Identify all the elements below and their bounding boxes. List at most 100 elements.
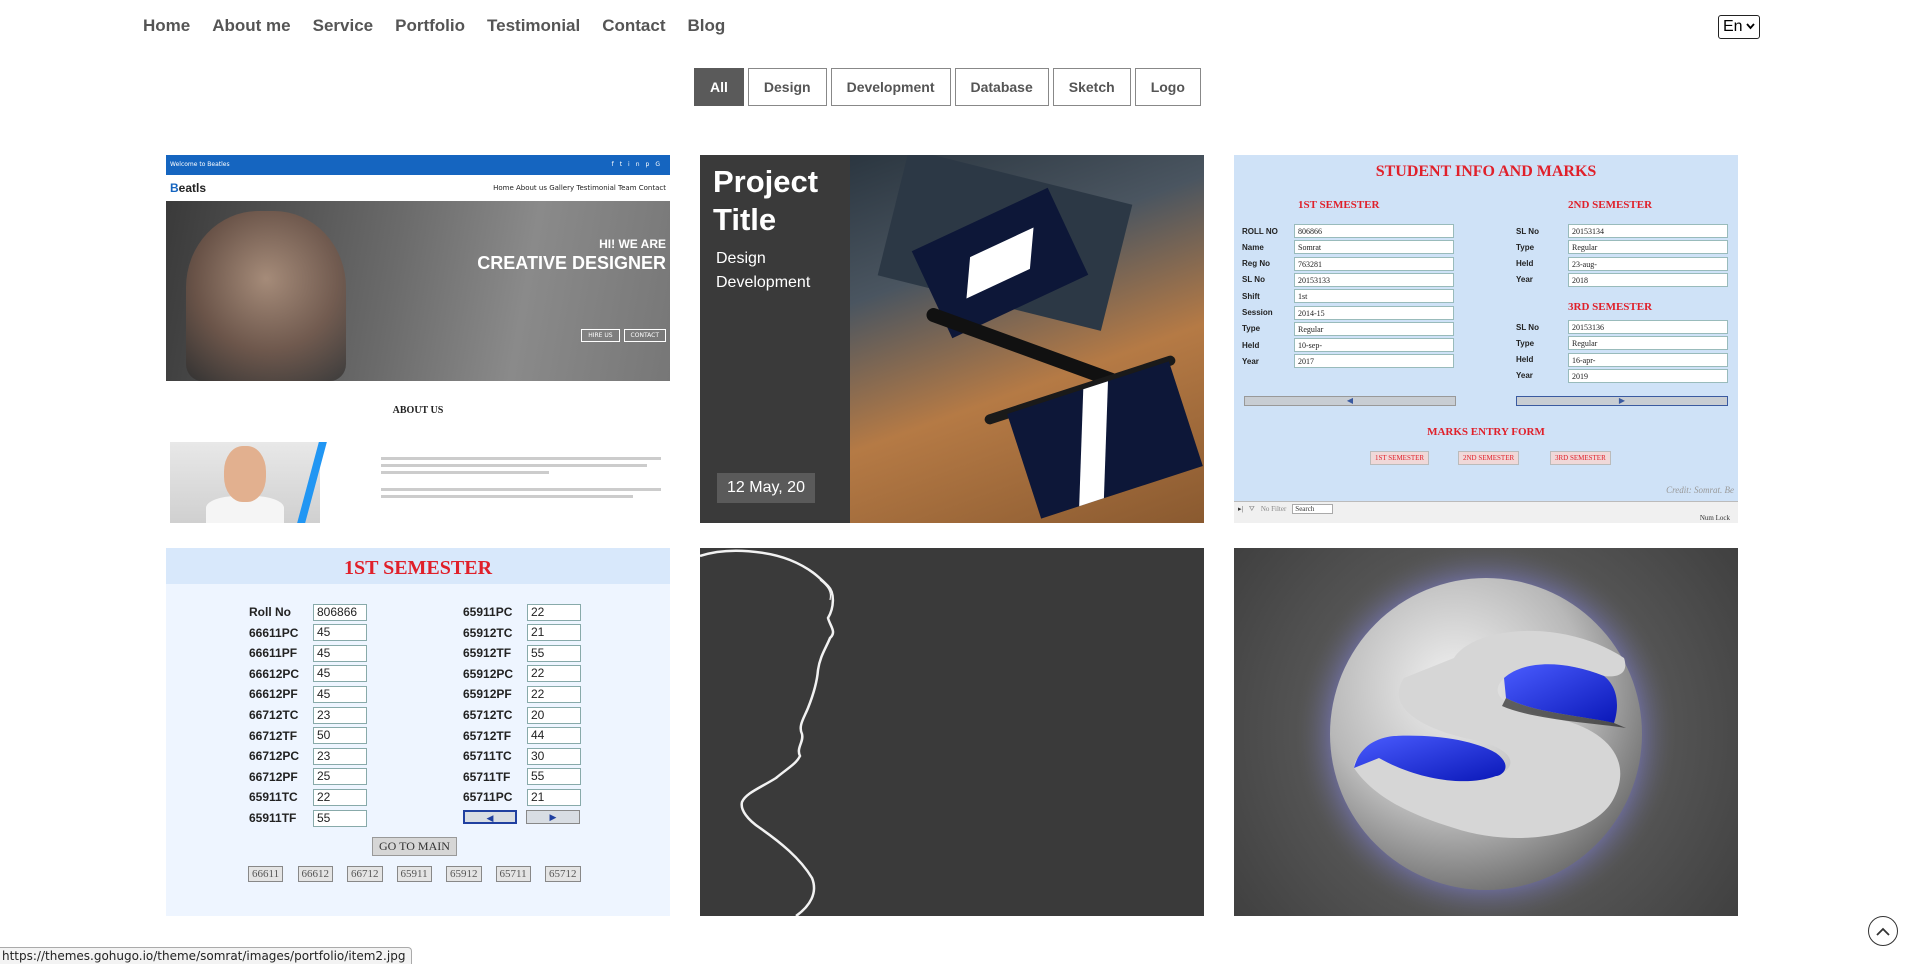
linkedin-icon: in xyxy=(628,161,646,168)
hero-buttons: HIRE US CONTACT xyxy=(581,329,666,342)
filter-design[interactable]: Design xyxy=(747,68,827,106)
filter-development[interactable]: Development xyxy=(830,68,951,106)
form-field-label: Held xyxy=(1516,355,1534,365)
language-value: En xyxy=(1723,18,1743,35)
portfolio-item-website[interactable]: Welcome to Beatles ftinpG Beatls Home Ab… xyxy=(166,155,670,523)
subject-code: 65711PC xyxy=(463,790,513,805)
hero-line2: CREATIVE DESIGNER xyxy=(477,253,666,273)
form-field-row: Type Regular xyxy=(1242,321,1454,337)
scroll-to-top-button[interactable] xyxy=(1868,916,1898,946)
marks-row: 65712TC 20 xyxy=(463,705,581,725)
project-category-development: Development xyxy=(716,274,811,291)
marks-value: 22 xyxy=(527,603,581,621)
nav-contact[interactable]: Contact xyxy=(602,12,665,40)
subject-code: 65712TC xyxy=(463,708,513,722)
filter-logo[interactable]: Logo xyxy=(1134,68,1201,106)
marks-row: 65912PC 22 xyxy=(463,664,581,684)
main-nav: Home About me Service Portfolio Testimon… xyxy=(143,12,747,40)
search-box: Search xyxy=(1292,504,1334,514)
subject-code: 65912TF xyxy=(463,646,512,661)
form-field-label: SL No xyxy=(1516,226,1539,236)
form-field-row: Held 16-apr- xyxy=(1516,352,1728,368)
subject-code: 65911PC xyxy=(463,605,513,619)
form-field-value: 2014-15 xyxy=(1294,305,1454,320)
form-field-label: Held xyxy=(1516,259,1534,269)
nav-portfolio[interactable]: Portfolio xyxy=(395,12,465,40)
marks-row: 65712TF 44 xyxy=(463,726,581,746)
marks-value: 45 xyxy=(313,624,367,642)
nav-about[interactable]: About me xyxy=(212,12,290,40)
portfolio-item-business-card[interactable]: Project Title Design Development 12 May,… xyxy=(700,155,1204,523)
business-card-photo xyxy=(850,155,1204,523)
twitter-icon: t xyxy=(619,161,629,168)
form-field-value: 806866 xyxy=(1294,224,1454,238)
form-field-row: SL No 20153136 xyxy=(1516,319,1728,335)
subject-code: 66712PC xyxy=(249,749,300,764)
form-statusbar: ▸| ⛛ No Filter Search Num Lock xyxy=(1234,501,1738,523)
pinterest-icon: p xyxy=(645,161,656,168)
google-plus-icon: G xyxy=(655,161,666,168)
portfolio-item-sketch[interactable] xyxy=(700,548,1204,916)
subject-code: 65711TC xyxy=(463,749,512,764)
marks-value: 45 xyxy=(313,685,367,703)
filter-database[interactable]: Database xyxy=(954,68,1049,106)
sem3-heading: 3RD SEMESTER xyxy=(1568,301,1653,313)
marks-value: 44 xyxy=(527,727,581,745)
num-lock-label: Num Lock xyxy=(1699,514,1730,522)
filter-all[interactable]: All xyxy=(694,68,744,106)
hero-person-image xyxy=(186,211,346,381)
marks-row: 65711TF 55 xyxy=(463,767,581,787)
form-field-label: SL No xyxy=(1516,322,1539,332)
prev-arrow-button: ◀ xyxy=(463,810,517,824)
form-field-row: Held 23-aug- xyxy=(1516,256,1728,272)
marks-row: 65711PC 21 xyxy=(463,787,581,807)
semester-code-button: 65911 xyxy=(396,866,432,882)
form-field-label: Session xyxy=(1242,308,1273,317)
about-text-lines xyxy=(381,457,661,502)
hero-line1: HI! WE ARE xyxy=(599,237,666,251)
s-logo-sphere xyxy=(1296,548,1676,916)
form-field-value: Regular xyxy=(1568,240,1728,255)
nav-home[interactable]: Home xyxy=(143,12,190,40)
portfolio-item-semester-form[interactable]: 1ST SEMESTER Roll No 806866 66611PC 45 66611… xyxy=(166,548,670,916)
about-person-image xyxy=(170,442,327,523)
mockup-logo: Beatls xyxy=(170,181,207,195)
marks-row: 66712TF 50 xyxy=(249,726,367,746)
project-title: Project Title xyxy=(713,164,819,237)
marks-row: 66712TC 23 xyxy=(249,705,367,725)
semester-title: 1ST SEMESTER xyxy=(166,548,670,584)
nav-service[interactable]: Service xyxy=(313,12,374,40)
marks-row: 66612PF 45 xyxy=(249,684,367,704)
form-field-row: SL No 20153134 xyxy=(1516,223,1728,239)
filter-sketch[interactable]: Sketch xyxy=(1052,68,1131,106)
mockup-about-heading: ABOUT US xyxy=(392,405,444,416)
nav-blog[interactable]: Blog xyxy=(688,12,726,40)
mockup-topbar: Welcome to Beatles ftinpG xyxy=(166,155,670,175)
form-field-label: Year xyxy=(1516,275,1533,285)
subject-code: 65911TF xyxy=(249,811,297,825)
nav-testimonial[interactable]: Testimonial xyxy=(487,12,580,40)
subject-code: 65711TF xyxy=(463,769,511,784)
subject-code: 66612PF xyxy=(249,687,298,702)
chevron-up-icon xyxy=(1876,922,1890,941)
subject-code: 65912PF xyxy=(463,687,512,702)
marks-value: 20 xyxy=(527,706,581,724)
form-field-label: Type xyxy=(1516,338,1535,348)
sem1-heading: 1ST SEMESTER xyxy=(1298,199,1380,211)
form-field-row: Year 2019 xyxy=(1516,368,1728,384)
chevron-down-icon xyxy=(1745,22,1755,33)
form-field-row: Reg No 763281 xyxy=(1242,256,1454,272)
portfolio-item-student-info[interactable]: STUDENT INFO AND MARKS 1ST SEMESTER 2ND … xyxy=(1234,155,1738,523)
form-field-label: Type xyxy=(1516,242,1535,252)
form-field-value: 2019 xyxy=(1568,368,1728,383)
form-field-row: Type Regular xyxy=(1516,239,1728,255)
form-field-row: ROLL NO 806866 xyxy=(1242,223,1454,239)
portfolio-item-logo[interactable] xyxy=(1234,548,1738,916)
mockup-menu: Home About us Gallery Testimonial Team C… xyxy=(493,184,666,192)
form-field-row: Held 10-sep- xyxy=(1242,337,1454,353)
language-select[interactable]: En xyxy=(1718,15,1760,39)
marks-value: 55 xyxy=(313,809,367,827)
marks-value: 25 xyxy=(313,768,367,786)
mockup-nav: Beatls Home About us Gallery Testimonial… xyxy=(166,175,670,201)
form-field-value: 2017 xyxy=(1294,354,1454,369)
